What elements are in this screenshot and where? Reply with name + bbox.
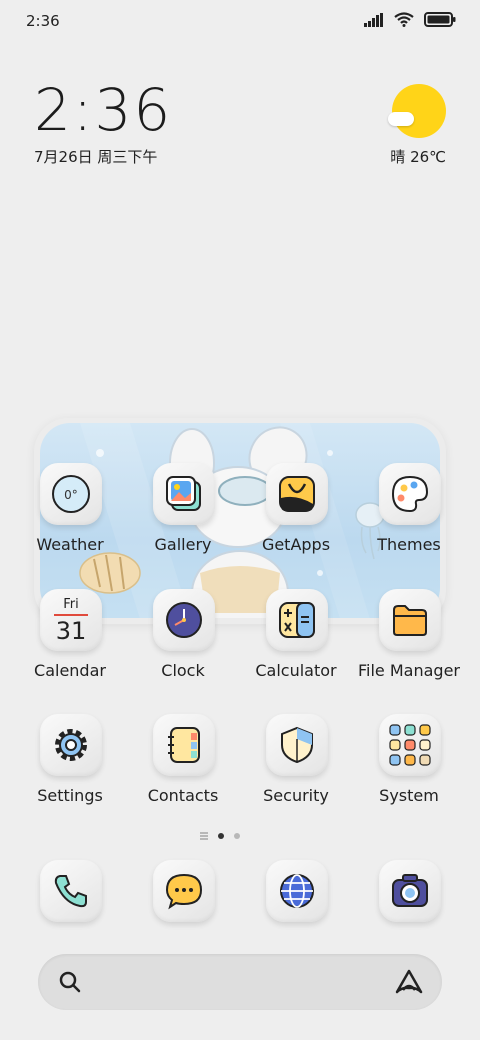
settings-icon	[55, 729, 87, 761]
app-label: Calendar	[34, 661, 106, 680]
app-settings[interactable]: Settings	[15, 714, 125, 824]
weather-widget-text: 晴 26℃	[390, 148, 446, 166]
calendar-day-name: Fri	[63, 597, 79, 612]
signal-icon	[364, 12, 383, 27]
status-icons	[364, 12, 456, 27]
app-label: Gallery	[154, 535, 212, 554]
messages-icon	[165, 873, 203, 910]
camera-icon	[392, 874, 428, 907]
themes-app-tile[interactable]	[379, 463, 441, 525]
clock-app-tile[interactable]	[153, 589, 215, 651]
gallery-app-tile[interactable]	[153, 463, 215, 525]
page-dot-active[interactable]	[218, 833, 224, 839]
search-icon[interactable]	[58, 970, 82, 994]
app-label: Calculator	[255, 661, 337, 680]
app-label: Weather	[36, 535, 104, 554]
app-security[interactable]: Security	[241, 714, 351, 824]
themes-icon	[391, 475, 429, 513]
app-label: Themes	[377, 535, 441, 554]
folder-icon	[393, 605, 427, 636]
status-time: 2:36	[26, 12, 60, 30]
system-folder-tile[interactable]	[379, 714, 441, 776]
security-app-tile[interactable]	[266, 714, 328, 776]
app-file-manager[interactable]: File Manager	[354, 589, 464, 699]
app-clock[interactable]: Clock	[128, 589, 238, 699]
app-label: Clock	[161, 661, 205, 680]
clock-widget-date: 7月26日 周三下午	[34, 148, 158, 166]
calendar-app-tile[interactable]: Fri 31	[40, 589, 102, 651]
status-bar: 2:36	[0, 0, 480, 44]
security-icon	[281, 726, 313, 764]
phone-app-tile[interactable]	[40, 860, 102, 922]
browser-icon	[280, 874, 314, 908]
clock-widget-time: 2:36	[34, 76, 173, 144]
app-themes[interactable]: Themes	[354, 463, 464, 573]
weather-app-tile[interactable]: 0°	[40, 463, 102, 525]
app-weather[interactable]: 0° Weather	[15, 463, 125, 573]
app-contacts[interactable]: Contacts	[128, 714, 238, 824]
calendar-divider	[54, 614, 88, 616]
getapps-icon	[279, 476, 315, 512]
app-calendar[interactable]: Fri 31 Calendar	[15, 589, 125, 699]
app-label: System	[379, 786, 439, 805]
battery-icon	[424, 12, 456, 27]
weather-icon: 0°	[52, 475, 90, 513]
messages-app-tile[interactable]	[153, 860, 215, 922]
browser-app-tile[interactable]	[266, 860, 328, 922]
wifi-icon	[394, 12, 414, 27]
clock-icon	[166, 602, 202, 638]
calendar-day-number: 31	[55, 617, 87, 645]
weather-app-badge: 0°	[64, 488, 78, 502]
gallery-icon	[166, 476, 201, 511]
settings-app-tile[interactable]	[40, 714, 102, 776]
app-label: Security	[263, 786, 329, 805]
dock-messages[interactable]	[153, 860, 219, 926]
app-calculator[interactable]: Calculator	[241, 589, 351, 699]
cloud-shape	[388, 112, 414, 126]
app-label: GetApps	[261, 535, 331, 554]
system-folder-icon	[389, 724, 431, 766]
calculator-icon	[279, 602, 315, 638]
phone-icon	[54, 875, 87, 908]
assistant-icon[interactable]	[394, 968, 424, 996]
app-label: Settings	[37, 786, 103, 805]
dock-browser[interactable]	[266, 860, 332, 926]
camera-app-tile[interactable]	[379, 860, 441, 922]
app-label: File Manager	[358, 661, 460, 680]
file-manager-app-tile[interactable]	[379, 589, 441, 651]
clock-widget[interactable]: 2:36 7月26日 周三下午	[34, 80, 334, 170]
search-bar[interactable]	[38, 954, 442, 1010]
contacts-icon	[168, 727, 200, 763]
dock-phone[interactable]	[40, 860, 106, 926]
menu-lines-icon	[200, 832, 208, 840]
calculator-app-tile[interactable]	[266, 589, 328, 651]
getapps-app-tile[interactable]	[266, 463, 328, 525]
contacts-app-tile[interactable]	[153, 714, 215, 776]
weather-widget[interactable]: 晴 26℃	[366, 84, 446, 174]
dock-camera[interactable]	[379, 860, 445, 926]
app-label: Contacts	[147, 786, 219, 805]
app-getapps[interactable]: GetApps	[241, 463, 351, 573]
app-system-folder[interactable]: System	[354, 714, 464, 824]
app-gallery[interactable]: Gallery	[128, 463, 238, 573]
page-dot[interactable]	[234, 833, 240, 839]
sun-cloud-icon	[392, 84, 446, 138]
page-indicator[interactable]	[200, 828, 280, 844]
